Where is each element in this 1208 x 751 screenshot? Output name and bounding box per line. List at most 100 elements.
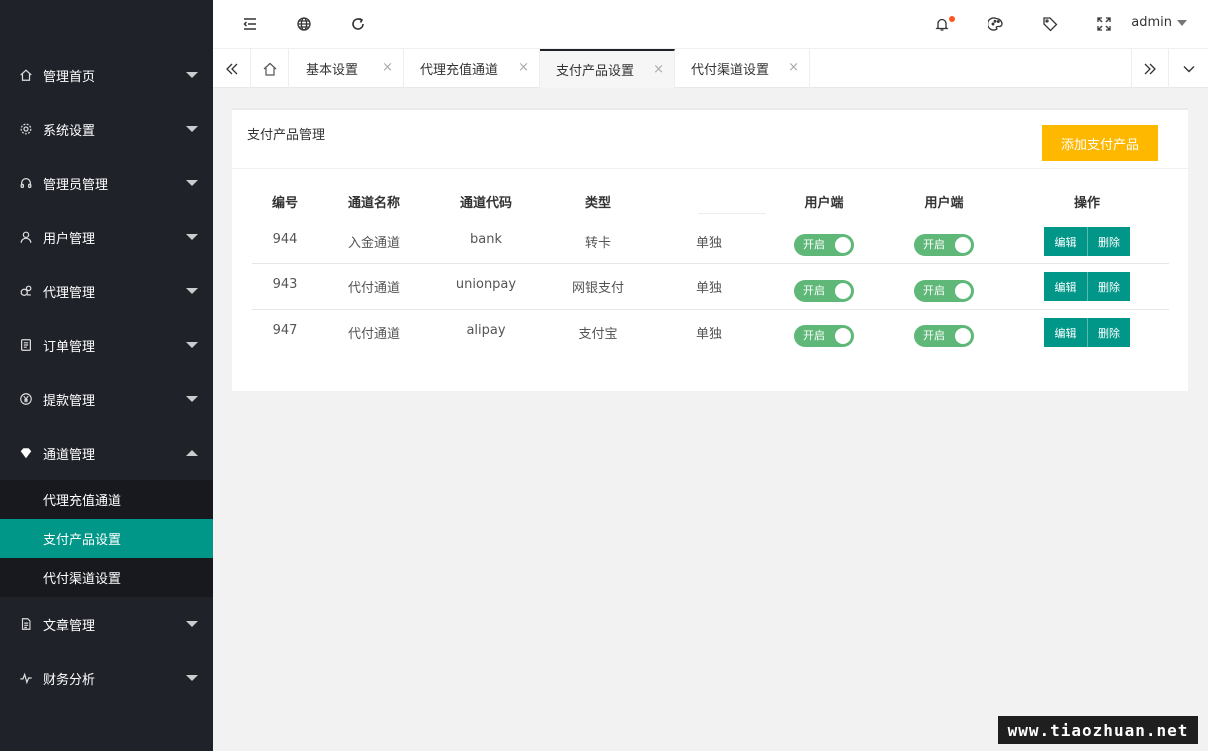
switch-label: 开启 bbox=[923, 284, 945, 297]
sidebar-subitem-agent-recharge-channel[interactable]: 代理充值通道 bbox=[0, 480, 213, 519]
tab-basic-settings[interactable]: 基本设置 × bbox=[290, 49, 404, 88]
switch-knob bbox=[955, 237, 971, 253]
sidebar-item-label: 用户管理 bbox=[43, 231, 96, 247]
gear-icon bbox=[18, 121, 34, 137]
sidebar-subitem-payout-channel-settings[interactable]: 代付渠道设置 bbox=[0, 558, 213, 597]
edit-button[interactable]: 编辑 bbox=[1044, 318, 1087, 347]
table-cell-mode: 单独 bbox=[695, 236, 723, 251]
chevron-up-icon bbox=[186, 450, 198, 456]
fullscreen-icon[interactable] bbox=[1094, 14, 1114, 34]
sidebar-item-order-management[interactable]: 订单管理 bbox=[0, 318, 213, 372]
sidebar-item-system-settings[interactable]: 系统设置 bbox=[0, 102, 213, 156]
chart-line-icon bbox=[18, 670, 34, 686]
table-cell-id: 944 bbox=[272, 232, 298, 247]
headset-icon bbox=[18, 175, 34, 191]
header-underline bbox=[698, 213, 766, 214]
sidebar-item-label: 提款管理 bbox=[43, 393, 96, 409]
notification-dot bbox=[949, 16, 955, 22]
user-menu[interactable]: admin bbox=[1131, 15, 1187, 30]
close-icon[interactable]: × bbox=[382, 61, 393, 74]
table-cell-code: unionpay bbox=[455, 277, 517, 292]
client-switch-toggle[interactable]: 开启 bbox=[794, 280, 854, 302]
switch-label: 开启 bbox=[803, 238, 825, 251]
add-payment-product-button[interactable]: 添加支付产品 bbox=[1042, 125, 1158, 161]
client-switch-toggle[interactable]: 开启 bbox=[914, 280, 974, 302]
sidebar-item-financial-analysis[interactable]: 财务分析 bbox=[0, 651, 213, 705]
sidebar-item-label: 管理员管理 bbox=[43, 177, 109, 193]
switch-knob bbox=[955, 328, 971, 344]
table-cell-name: 入金通道 bbox=[347, 236, 401, 251]
table-cell-type: 网银支付 bbox=[571, 281, 625, 296]
logo-area bbox=[0, 0, 213, 48]
channel-submenu: 代理充值通道 支付产品设置 代付渠道设置 bbox=[0, 480, 213, 597]
client-switch-toggle[interactable]: 开启 bbox=[914, 234, 974, 256]
client-switch-toggle[interactable]: 开启 bbox=[794, 234, 854, 256]
table-cell-name: 代付通道 bbox=[347, 327, 401, 342]
table-header: 通道名称 bbox=[347, 196, 401, 211]
home-icon bbox=[18, 67, 34, 83]
tag-icon[interactable] bbox=[1040, 14, 1060, 34]
row-divider bbox=[252, 309, 1169, 310]
sidebar-item-withdrawal-management[interactable]: 提款管理 bbox=[0, 372, 213, 426]
chevron-down-icon bbox=[186, 234, 198, 240]
close-icon[interactable]: × bbox=[518, 61, 529, 74]
sidebar-subitem-payment-product-settings[interactable]: 支付产品设置 bbox=[0, 519, 213, 558]
tab-label: 支付产品设置 bbox=[556, 64, 635, 79]
close-icon[interactable]: × bbox=[788, 61, 799, 74]
tab-home-icon[interactable] bbox=[251, 49, 289, 88]
sidebar-item-channel-management[interactable]: 通道管理 bbox=[0, 426, 213, 480]
table-header: 操作 bbox=[1073, 196, 1101, 211]
tabs-scroll-right-icon[interactable] bbox=[1131, 49, 1169, 88]
sidebar-item-label: 管理首页 bbox=[43, 69, 96, 85]
row-divider bbox=[252, 263, 1169, 264]
sidebar-item-admin-management[interactable]: 管理员管理 bbox=[0, 156, 213, 210]
sidebar-item-agent-management[interactable]: 代理管理 bbox=[0, 264, 213, 318]
table-header: 类型 bbox=[584, 196, 612, 211]
user-icon bbox=[18, 229, 34, 245]
client-switch-toggle[interactable]: 开启 bbox=[794, 325, 854, 347]
watermark: www.tiaozhuan.net bbox=[998, 716, 1198, 744]
chevron-down-icon bbox=[186, 180, 198, 186]
users-icon bbox=[18, 283, 34, 299]
chevron-down-icon bbox=[186, 342, 198, 348]
client-switch-toggle[interactable]: 开启 bbox=[914, 325, 974, 347]
sidebar-item-label: 系统设置 bbox=[43, 123, 96, 139]
sidebar-item-label: 文章管理 bbox=[43, 618, 96, 634]
tab-payment-product-settings[interactable]: 支付产品设置 × bbox=[540, 49, 675, 88]
chevron-down-icon bbox=[186, 288, 198, 294]
tab-agent-recharge-channel[interactable]: 代理充值通道 × bbox=[404, 49, 540, 88]
row-actions: 编辑 删除 bbox=[1044, 227, 1130, 256]
table-cell-code: bank bbox=[470, 232, 502, 247]
diamond-icon bbox=[18, 445, 34, 461]
tabs-scroll-left-icon[interactable] bbox=[213, 49, 251, 88]
menu-collapse-icon[interactable] bbox=[240, 14, 260, 34]
sidebar-item-user-management[interactable]: 用户管理 bbox=[0, 210, 213, 264]
caret-down-icon bbox=[1177, 19, 1187, 26]
delete-button[interactable]: 删除 bbox=[1087, 227, 1130, 256]
tab-label: 代付渠道设置 bbox=[691, 63, 770, 78]
sidebar-item-home[interactable]: 管理首页 bbox=[0, 48, 213, 102]
switch-knob bbox=[835, 237, 851, 253]
tabs-menu-chevron-down-icon[interactable] bbox=[1169, 49, 1208, 88]
sidebar-item-label: 财务分析 bbox=[43, 672, 96, 688]
switch-knob bbox=[955, 283, 971, 299]
table-cell-type: 支付宝 bbox=[578, 327, 618, 342]
globe-icon[interactable] bbox=[294, 14, 314, 34]
delete-button[interactable]: 删除 bbox=[1087, 318, 1130, 347]
close-icon[interactable]: × bbox=[653, 63, 664, 76]
theme-palette-icon[interactable] bbox=[986, 14, 1006, 34]
chevron-down-icon bbox=[186, 72, 198, 78]
tab-payout-channel-settings[interactable]: 代付渠道设置 × bbox=[675, 49, 810, 88]
delete-button[interactable]: 删除 bbox=[1087, 272, 1130, 301]
edit-button[interactable]: 编辑 bbox=[1044, 227, 1087, 256]
refresh-icon[interactable] bbox=[348, 14, 368, 34]
table-cell-mode: 单独 bbox=[695, 327, 723, 342]
edit-button[interactable]: 编辑 bbox=[1044, 272, 1087, 301]
card-divider bbox=[232, 168, 1188, 169]
switch-label: 开启 bbox=[803, 284, 825, 297]
notification-bell-icon[interactable] bbox=[932, 14, 955, 34]
chevron-down-icon bbox=[186, 621, 198, 627]
table-cell-id: 947 bbox=[272, 323, 298, 338]
sidebar-item-article-management[interactable]: 文章管理 bbox=[0, 597, 213, 651]
sidebar-item-label: 代理管理 bbox=[43, 285, 96, 301]
